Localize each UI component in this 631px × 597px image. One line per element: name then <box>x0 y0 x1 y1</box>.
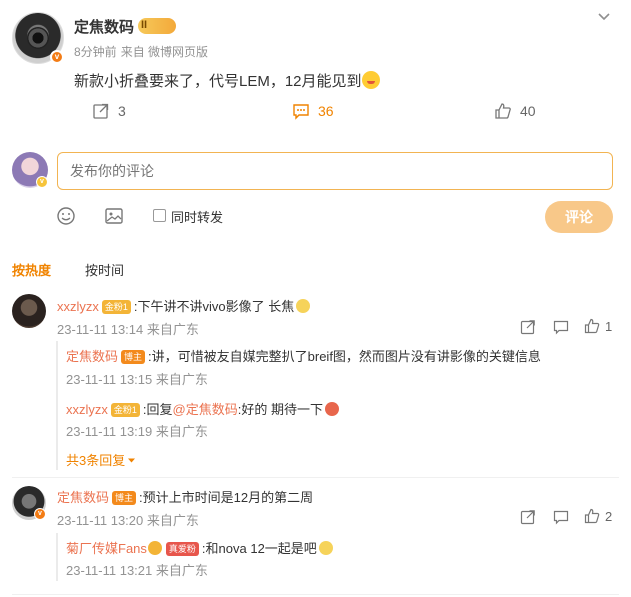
fan-badge: 金粉1 <box>110 403 140 417</box>
share-icon <box>93 103 109 119</box>
verified-icon: v <box>34 508 46 520</box>
share-button[interactable]: 3 <box>92 102 126 120</box>
reply-line: 菊厂传媒Fans 真爱粉:和nova 12一起是吧 <box>66 538 333 557</box>
author-avatar[interactable]: v <box>12 12 64 64</box>
chevron-down-icon[interactable] <box>596 8 612 24</box>
true-fan-badge: 真爱粉 <box>165 542 199 556</box>
reply-author[interactable]: 菊厂传媒Fans <box>66 541 147 556</box>
comment-icon[interactable] <box>553 319 569 335</box>
share-icon[interactable] <box>520 509 536 525</box>
like-button[interactable]: 40 <box>494 102 536 120</box>
commenter-name[interactable]: 定焦数码 <box>57 490 109 505</box>
thumbs-up-icon <box>495 103 511 119</box>
verified-icon: v <box>50 50 64 64</box>
commenter-avatar[interactable]: v <box>12 486 46 520</box>
comment-line: xxzlyzx 金粉1:下午讲不讲vivo影像了 长焦 <box>57 296 311 315</box>
reply-author[interactable]: xxzlyzx <box>66 402 108 417</box>
like-count: 40 <box>520 103 536 119</box>
forward-label[interactable]: 同时转发 <box>171 207 223 226</box>
reply-meta: 23-11-11 13:21 来自广东 <box>66 563 208 578</box>
fan-medal-icon <box>147 541 162 555</box>
post-source: 来自 微博网页版 <box>120 45 209 59</box>
tab-time[interactable]: 按时间 <box>85 260 124 279</box>
thumbs-up-icon[interactable] <box>584 508 600 524</box>
owner-badge: 博主 <box>112 491 137 505</box>
angry-face-icon <box>324 402 339 416</box>
submit-comment-button[interactable]: 评论 <box>545 201 613 233</box>
reply-prefix: :回复 <box>142 402 173 417</box>
comment-meta: 23-11-11 13:20 来自广东 <box>57 513 199 528</box>
reply-text: :讲，可惜被友自媒完整扒了breif图，然而图片没有讲影像的关键信息 <box>148 349 541 364</box>
mention-link[interactable]: @定焦数码 <box>173 402 238 417</box>
reply-author[interactable]: 定焦数码 <box>66 349 118 364</box>
commenter-name[interactable]: xxzlyzx <box>57 299 99 314</box>
comment-like-count: 2 <box>605 509 613 524</box>
my-avatar[interactable]: v <box>12 152 48 188</box>
share-icon[interactable] <box>520 319 536 335</box>
comment-line: 定焦数码 博主:预计上市时间是12月的第二周 <box>57 487 313 506</box>
reply-line: 定焦数码 博主:讲，可惜被友自媒完整扒了breif图，然而图片没有讲影像的关键信息 <box>66 346 541 365</box>
fan-badge: 金粉1 <box>101 300 131 314</box>
caret-down-icon <box>128 458 136 463</box>
comment-text: :下午讲不讲vivo影像了 长焦 <box>133 299 295 314</box>
drooling-face-icon <box>361 71 380 89</box>
comment-text: :预计上市时间是12月的第二周 <box>139 490 314 505</box>
reply-line: xxzlyzx 金粉1:回复@定焦数码:好的 期待一下 <box>66 399 339 418</box>
comment-meta: 23-11-11 13:14 来自广东 <box>57 322 199 337</box>
author-name[interactable]: 定焦数码 <box>74 16 134 37</box>
post-text: 新款小折叠要来了，代号LEM，12月能见到 <box>74 70 380 91</box>
emoji-icon[interactable] <box>56 206 76 226</box>
cat-face-icon <box>296 299 311 313</box>
share-count: 3 <box>118 103 126 119</box>
more-replies-link[interactable]: 共3条回复 <box>66 450 136 469</box>
comment-input[interactable] <box>57 152 613 190</box>
tab-hot[interactable]: 按热度 <box>12 260 51 279</box>
comment-icon[interactable] <box>553 509 569 525</box>
image-icon[interactable] <box>104 206 124 226</box>
divider <box>12 594 619 595</box>
more-replies-text: 共3条回复 <box>66 453 126 468</box>
forward-checkbox[interactable] <box>153 209 166 222</box>
comment-like-count: 1 <box>605 319 613 334</box>
reply-meta: 23-11-11 13:15 来自广东 <box>66 372 208 387</box>
post-time[interactable]: 8分钟前 <box>74 45 117 59</box>
comment-button[interactable]: 36 <box>292 102 334 120</box>
divider <box>12 477 619 478</box>
comment-count: 36 <box>318 103 334 119</box>
member-badge-icon: v <box>36 176 48 188</box>
cat-face-icon <box>318 541 333 555</box>
commenter-avatar[interactable] <box>12 294 46 328</box>
post-meta: 8分钟前 来自 微博网页版 <box>74 43 212 60</box>
comment-icon <box>293 104 309 120</box>
level-badge-text: II <box>141 19 148 31</box>
reply-text: :和nova 12一起是吧 <box>201 541 317 556</box>
owner-badge: 博主 <box>121 350 146 364</box>
reply-text: :好的 期待一下 <box>237 402 323 417</box>
post-text-content: 新款小折叠要来了，代号LEM，12月能见到 <box>74 73 362 90</box>
reply-meta: 23-11-11 13:19 来自广东 <box>66 424 208 439</box>
thumbs-up-icon[interactable] <box>584 318 600 334</box>
level-badge: II <box>138 18 176 34</box>
